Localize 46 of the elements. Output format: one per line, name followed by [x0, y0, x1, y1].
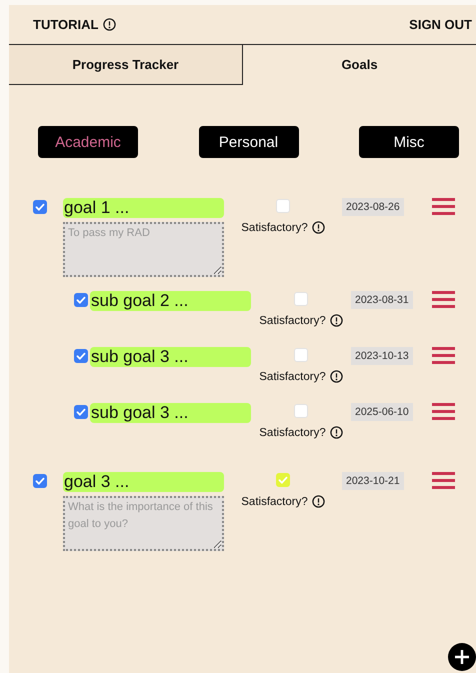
category-button[interactable]: Academic — [38, 126, 138, 158]
date-field[interactable]: 2023-10-13 — [351, 347, 413, 365]
note-field[interactable]: To pass my RAD — [63, 222, 224, 277]
checkbox[interactable] — [74, 405, 88, 419]
date-field[interactable]: 2025-06-10 — [351, 403, 413, 421]
sign-out-link[interactable]: SIGN OUT — [409, 17, 472, 32]
checkbox[interactable] — [74, 293, 88, 307]
info-icon[interactable] — [330, 314, 343, 327]
satisfactory-label: Satisfactory? — [241, 222, 308, 234]
tab[interactable]: Progress Tracker — [9, 45, 243, 85]
info-icon[interactable] — [312, 495, 325, 508]
satisfactory-checkbox[interactable] — [294, 292, 308, 306]
checkbox[interactable] — [33, 200, 47, 214]
info-icon[interactable] — [103, 18, 116, 31]
satisfactory-checkbox[interactable] — [294, 404, 308, 418]
info-icon[interactable] — [312, 221, 325, 234]
info-icon[interactable] — [330, 370, 343, 383]
menu-icon[interactable] — [432, 291, 455, 308]
goal-name-field[interactable]: sub goal 3 ... — [90, 347, 251, 367]
satisfactory-label: Satisfactory? — [259, 314, 326, 326]
note-field[interactable]: What is the importance of this goal to you? — [63, 496, 224, 551]
category-button[interactable]: Personal — [198, 126, 298, 158]
tab[interactable]: Goals — [243, 45, 476, 85]
date-field[interactable]: 2023-10-21 — [342, 472, 404, 490]
date-field[interactable]: 2023-08-26 — [342, 198, 404, 216]
checkbox[interactable] — [33, 474, 47, 488]
info-icon[interactable] — [330, 426, 343, 439]
menu-icon[interactable] — [432, 472, 455, 489]
satisfactory-label: Satisfactory? — [259, 370, 326, 382]
goal-name-field[interactable]: goal 3 ... — [63, 472, 224, 492]
satisfactory-checkbox[interactable] — [276, 473, 290, 487]
menu-icon[interactable] — [432, 198, 455, 215]
date-field[interactable]: 2023-08-31 — [351, 291, 413, 309]
menu-icon[interactable] — [432, 403, 455, 420]
satisfactory-label: Satisfactory? — [259, 426, 326, 438]
category-button[interactable]: Misc — [359, 126, 459, 158]
goal-name-field[interactable]: goal 1 ... — [63, 198, 224, 218]
goal-name-field[interactable]: sub goal 2 ... — [90, 291, 251, 311]
goal-name-field[interactable]: sub goal 3 ... — [90, 403, 251, 423]
add-icon[interactable] — [448, 643, 476, 671]
tutorial-label[interactable]: TUTORIAL — [33, 17, 98, 32]
satisfactory-label: Satisfactory? — [241, 496, 308, 508]
satisfactory-checkbox[interactable] — [276, 199, 290, 213]
menu-icon[interactable] — [432, 347, 455, 364]
checkbox[interactable] — [74, 349, 88, 363]
satisfactory-checkbox[interactable] — [294, 348, 308, 362]
